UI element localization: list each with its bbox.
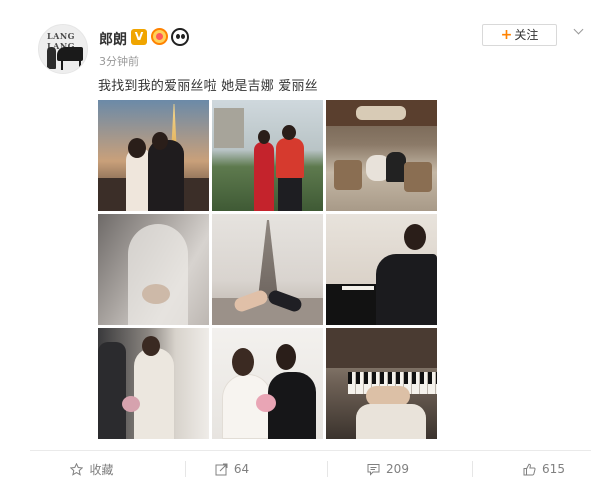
avatar[interactable]: LANG LANG (38, 24, 88, 74)
comment-count: 209 (386, 462, 409, 476)
photo-bride-veil[interactable] (98, 214, 209, 325)
photo-couple-eiffel-night[interactable] (98, 100, 209, 211)
plus-icon: + (500, 27, 513, 43)
weibo-post-card: LANG LANG 郎朗 V 3分钟前 我找到我的爱丽丝啦 她是吉娜 爱丽丝 +… (0, 0, 591, 487)
comment-icon (367, 463, 380, 476)
like-count: 615 (542, 462, 565, 476)
action-separator (472, 461, 473, 477)
avatar-figure (47, 47, 56, 69)
post-time[interactable]: 3分钟前 (99, 53, 139, 69)
photo-man-playing-piano[interactable] (326, 214, 437, 325)
comment-button[interactable]: 209 (326, 451, 450, 487)
share-count: 64 (233, 462, 250, 476)
photo-eiffel-tower-hands[interactable] (212, 214, 323, 325)
action-bar: 收藏 64 209 615 (30, 451, 591, 487)
avatar-piano-leg (79, 60, 81, 70)
thumbs-up-icon (523, 463, 536, 476)
avatar-piano (57, 47, 83, 61)
verified-v-icon[interactable]: V (131, 29, 147, 45)
medal-badge-icon[interactable] (151, 28, 168, 45)
favorite-label: 收藏 (89, 462, 114, 477)
favorite-button[interactable]: 收藏 (30, 451, 154, 487)
photo-paris-cafe-terrace[interactable] (326, 100, 437, 211)
photo-couple-red-qipao[interactable] (212, 100, 323, 211)
photo-grid (98, 100, 437, 439)
panda-badge-icon[interactable] (171, 28, 189, 46)
username[interactable]: 郎朗 (99, 29, 127, 49)
follow-label: 关注 (514, 28, 539, 42)
photo-couple-wedding-portrait[interactable] (212, 328, 323, 439)
share-button[interactable]: 64 (170, 451, 294, 487)
follow-button[interactable]: + 关注 (482, 24, 557, 46)
like-button[interactable]: 615 (482, 451, 591, 487)
post-text: 我找到我的爱丽丝啦 她是吉娜 爱丽丝 (98, 79, 318, 94)
panda-eye (181, 34, 185, 39)
star-icon (70, 462, 84, 476)
panda-eye (176, 34, 180, 39)
share-icon (215, 463, 228, 476)
photo-piano-keys-hands[interactable] (326, 328, 437, 439)
chevron-down-icon[interactable] (574, 26, 584, 36)
avatar-piano-leg (61, 60, 63, 70)
photo-bride-window-portrait[interactable] (98, 328, 209, 439)
